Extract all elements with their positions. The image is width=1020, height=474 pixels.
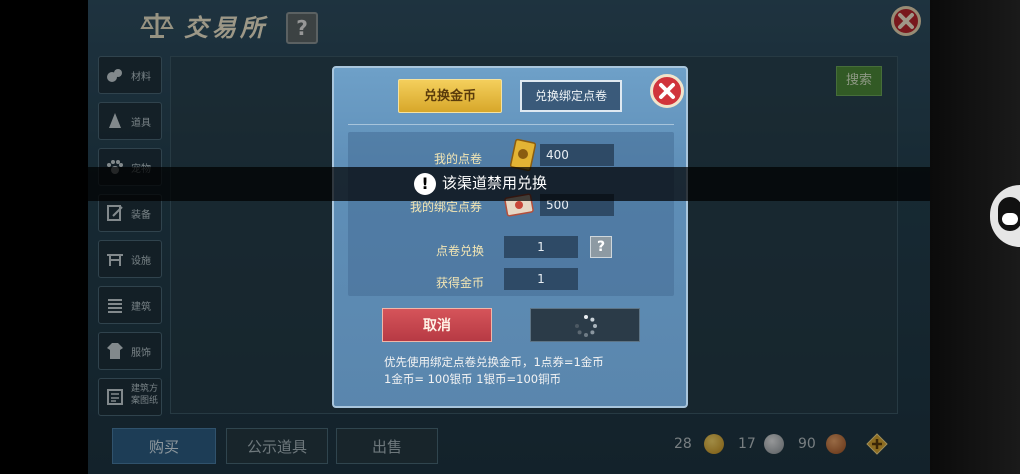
divider	[348, 124, 674, 125]
warning-icon: !	[414, 173, 436, 195]
exchange-help-button[interactable]: ?	[590, 236, 612, 258]
dialog-close-button[interactable]	[650, 74, 684, 108]
receive-gold-label: 获得金币	[436, 276, 485, 290]
exchange-form: 我的点卷 400 我的绑定点券 500 点卷兑换 1 获得金币 1	[348, 132, 674, 296]
cancel-button[interactable]: 取消	[382, 308, 492, 342]
exchange-amount-input[interactable]: 1	[504, 236, 578, 258]
close-icon	[659, 83, 675, 99]
tab-exchange-gold[interactable]: 兑换金币	[398, 79, 502, 113]
points-value: 400	[540, 144, 614, 166]
tab-exchange-bound-points[interactable]: 兑换绑定点卷	[520, 80, 622, 112]
exchange-amount-label: 点卷兑换	[436, 244, 485, 258]
receive-gold-value: 1	[504, 268, 578, 290]
note-line-2: 1金币= 100银币 1银币=100铜币	[384, 372, 562, 386]
points-label: 我的点卷	[434, 152, 483, 166]
exchange-rate-note: 优先使用绑定点卷兑换金币，1点券=1金币 1金币= 100银币 1银币=100铜…	[384, 354, 604, 388]
penguin-icon	[998, 197, 1020, 231]
loading-spinner-icon	[575, 315, 597, 337]
exchange-dialog: 兑换金币 兑换绑定点卷 我的点卷 400 我的绑定点券 500 点卷兑换 1 获…	[332, 66, 688, 408]
note-line-1: 优先使用绑定点卷兑换金币，1点券=1金币	[384, 355, 604, 369]
toast-message: 该渠道禁用兑换	[442, 174, 548, 192]
confirm-button-loading[interactable]	[530, 308, 640, 342]
